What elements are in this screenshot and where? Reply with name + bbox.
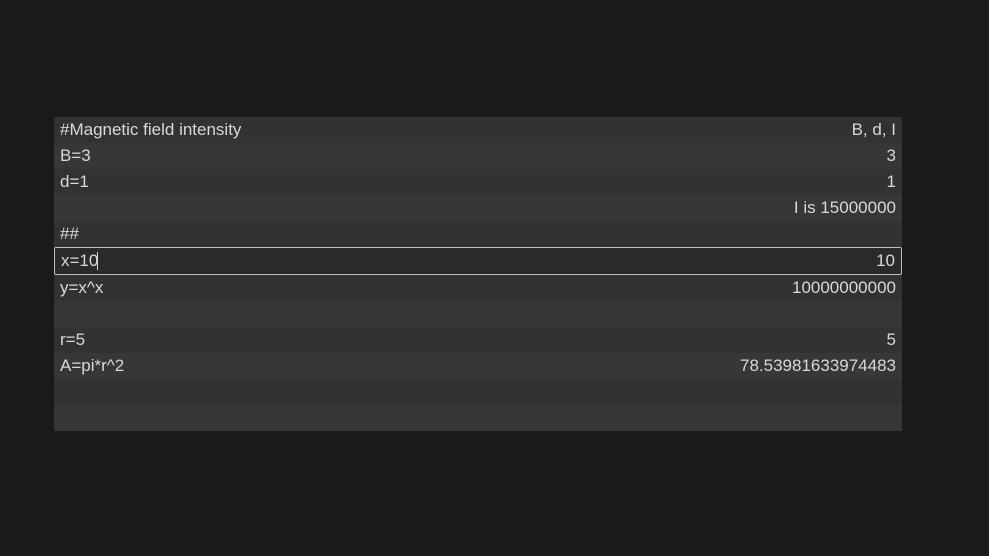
calc-row[interactable]: r=5 5 <box>54 327 902 353</box>
calc-row[interactable]: B=3 3 <box>54 143 902 169</box>
calc-row[interactable] <box>54 301 902 327</box>
row-expression: #Magnetic field intensity <box>60 120 241 140</box>
row-expression: A=pi*r^2 <box>60 356 124 376</box>
row-result: B, d, I <box>241 120 896 140</box>
active-calc-row[interactable]: x=10 10 <box>54 247 902 275</box>
row-expression: ## <box>60 224 79 244</box>
calc-row[interactable] <box>54 379 902 405</box>
row-expression: B=3 <box>60 146 91 166</box>
calc-row[interactable]: I is 15000000 <box>54 195 902 221</box>
row-expression: y=x^x <box>60 278 103 298</box>
active-result: 10 <box>98 251 895 271</box>
calculator-sheet: #Magnetic field intensity B, d, I B=3 3 … <box>54 117 902 431</box>
calc-row[interactable]: ## <box>54 221 902 247</box>
row-result: 1 <box>89 172 896 192</box>
row-result: 3 <box>91 146 896 166</box>
calc-row[interactable]: A=pi*r^2 78.53981633974483 <box>54 353 902 379</box>
row-result: 78.53981633974483 <box>124 356 896 376</box>
calc-row[interactable]: y=x^x 10000000000 <box>54 275 902 301</box>
row-result: 10000000000 <box>103 278 896 298</box>
row-expression: r=5 <box>60 330 85 350</box>
calc-row[interactable]: #Magnetic field intensity B, d, I <box>54 117 902 143</box>
active-expression[interactable]: x=10 <box>61 251 98 271</box>
row-result: 5 <box>85 330 896 350</box>
calc-row[interactable]: d=1 1 <box>54 169 902 195</box>
row-expression: d=1 <box>60 172 89 192</box>
calc-row[interactable] <box>54 405 902 431</box>
row-result: I is 15000000 <box>60 198 896 218</box>
